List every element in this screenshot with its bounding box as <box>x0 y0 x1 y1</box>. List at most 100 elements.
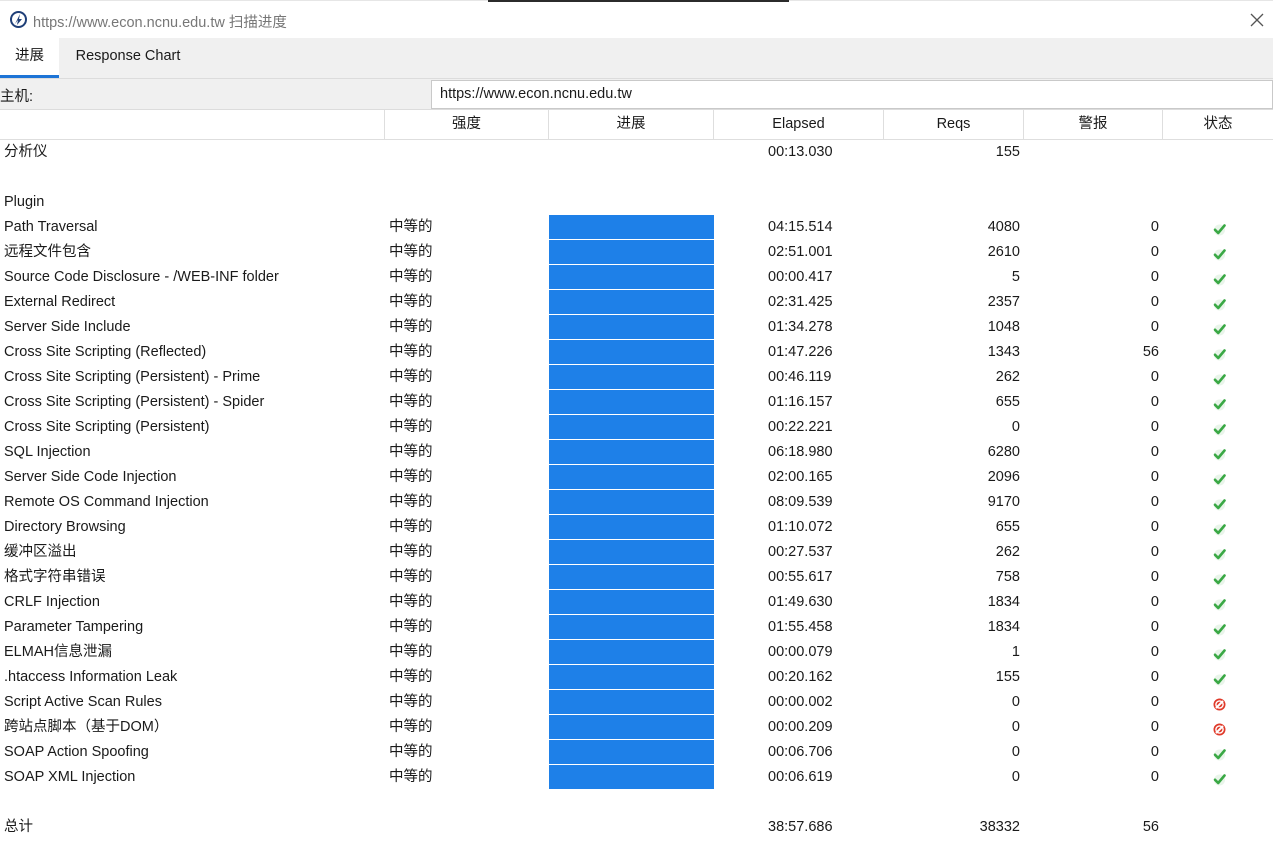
plugin-reqs: 1834 <box>987 594 1020 610</box>
plugin-heading: Plugin <box>4 194 45 210</box>
plugin-name: 跨站点脚本（基于DOM） <box>4 719 169 735</box>
column-header-progress[interactable]: 进展 <box>548 110 713 140</box>
plugin-progress-bar <box>549 415 714 440</box>
plugin-row[interactable]: Source Code Disclosure - /WEB-INF folder… <box>0 265 1273 290</box>
plugin-name: 远程文件包含 <box>4 244 91 260</box>
close-icon[interactable] <box>1247 10 1267 30</box>
plugin-reqs: 0 <box>1011 694 1020 710</box>
plugin-reqs: 6280 <box>987 444 1020 460</box>
plugin-row[interactable]: Cross Site Scripting (Persistent) - Spid… <box>0 390 1273 415</box>
plugin-reqs: 262 <box>995 369 1020 385</box>
plugin-alerts: 0 <box>1150 669 1159 685</box>
plugin-elapsed: 08:09.539 <box>768 494 833 510</box>
plugin-row[interactable]: SOAP XML Injection 中等的 00:06.619 0 0 <box>0 765 1273 790</box>
plugin-row[interactable]: Parameter Tampering 中等的 01:55.458 1834 0 <box>0 615 1273 640</box>
column-header-strength[interactable]: 强度 <box>384 110 548 140</box>
plugin-reqs: 758 <box>995 569 1020 585</box>
plugin-row[interactable]: CRLF Injection 中等的 01:49.630 1834 0 <box>0 590 1273 615</box>
plugin-row[interactable]: Remote OS Command Injection 中等的 08:09.539 9… <box>0 490 1273 515</box>
plugin-alerts: 0 <box>1150 219 1159 235</box>
plugin-row[interactable]: 远程文件包含 中等的 02:51.001 2610 0 <box>0 240 1273 265</box>
plugin-reqs: 2610 <box>987 244 1020 260</box>
analyser-elapsed: 00:13.030 <box>768 144 833 160</box>
plugin-alerts: 0 <box>1150 319 1159 335</box>
plugin-strength: 中等的 <box>389 269 433 285</box>
plugin-progress-bar <box>549 615 714 640</box>
column-header-elapsed[interactable]: Elapsed <box>713 110 883 140</box>
plugin-row[interactable]: SQL Injection 中等的 06:18.980 6280 0 <box>0 440 1273 465</box>
plugin-row[interactable]: .htaccess Information Leak 中等的 00:20.162 15… <box>0 665 1273 690</box>
plugin-reqs: 4080 <box>987 219 1020 235</box>
plugin-row[interactable]: 格式字符串错误 中等的 00:55.617 758 0 <box>0 565 1273 590</box>
host-field[interactable]: https://www.econ.ncnu.edu.tw <box>431 80 1273 109</box>
plugin-strength: 中等的 <box>389 569 433 585</box>
plugin-reqs: 5 <box>1011 269 1020 285</box>
plugin-progress-bar <box>549 465 714 490</box>
column-header-reqs[interactable]: Reqs <box>883 110 1023 140</box>
plugin-elapsed: 01:47.226 <box>768 344 833 360</box>
plugin-name: Server Side Include <box>4 319 131 335</box>
plugin-elapsed: 00:27.537 <box>768 544 833 560</box>
plugin-reqs: 1834 <box>987 619 1020 635</box>
completed-icon <box>1212 471 1227 486</box>
plugin-reqs: 262 <box>995 544 1020 560</box>
plugin-alerts: 0 <box>1150 519 1159 535</box>
plugin-elapsed: 00:00.079 <box>768 644 833 660</box>
plugin-name: Parameter Tampering <box>4 619 144 635</box>
plugin-reqs: 2096 <box>987 469 1020 485</box>
plugin-row[interactable]: Cross Site Scripting (Persistent) - Prim… <box>0 365 1273 390</box>
completed-icon <box>1212 671 1227 686</box>
total-reqs: 38332 <box>979 819 1020 835</box>
plugin-row[interactable]: Script Active Scan Rules 中等的 00:00.002 0 0 <box>0 690 1273 715</box>
plugin-elapsed: 02:31.425 <box>768 294 833 310</box>
plugin-row[interactable]: Directory Browsing 中等的 01:10.072 655 0 <box>0 515 1273 540</box>
column-header-name[interactable] <box>0 110 384 140</box>
plugin-row[interactable]: Cross Site Scripting (Reflected) 中等的 01:47… <box>0 340 1273 365</box>
plugin-name: Source Code Disclosure - /WEB-INF folder <box>4 269 279 285</box>
plugin-row[interactable]: Cross Site Scripting (Persistent) 中等的 00:2… <box>0 415 1273 440</box>
plugin-name: Cross Site Scripting (Reflected) <box>4 344 207 360</box>
plugin-alerts: 0 <box>1150 269 1159 285</box>
plugin-row[interactable]: Server Side Code Injection 中等的 02:00.165 20… <box>0 465 1273 490</box>
plugin-elapsed: 00:00.002 <box>768 694 833 710</box>
plugin-row[interactable]: SOAP Action Spoofing 中等的 00:06.706 0 0 <box>0 740 1273 765</box>
plugin-alerts: 0 <box>1150 494 1159 510</box>
plugin-row[interactable]: Path Traversal 中等的 04:15.514 4080 0 <box>0 215 1273 240</box>
plugin-name: Cross Site Scripting (Persistent) - Spid… <box>4 394 265 410</box>
plugin-progress-bar <box>549 490 714 515</box>
plugin-row[interactable]: 跨站点脚本（基于DOM） 中等的 00:00.209 0 0 <box>0 715 1273 740</box>
plugin-elapsed: 00:22.221 <box>768 419 833 435</box>
column-header-status[interactable]: 状态 <box>1162 110 1273 140</box>
plugin-reqs: 1 <box>1011 644 1020 660</box>
plugin-name: SOAP Action Spoofing <box>4 744 149 760</box>
plugin-name: .htaccess Information Leak <box>4 669 178 685</box>
plugin-row[interactable]: ELMAH信息泄漏 中等的 00:00.079 1 0 <box>0 640 1273 665</box>
plugin-elapsed: 04:15.514 <box>768 219 833 235</box>
plugin-row[interactable]: Server Side Include 中等的 01:34.278 1048 0 <box>0 315 1273 340</box>
plugin-progress-bar <box>549 540 714 565</box>
tab-progress[interactable]: 进展 <box>0 38 59 78</box>
plugin-strength: 中等的 <box>389 619 433 635</box>
completed-icon <box>1212 646 1227 661</box>
plugin-row[interactable]: 缓冲区溢出 中等的 00:27.537 262 0 <box>0 540 1273 565</box>
analyser-name: 分析仪 <box>4 144 48 160</box>
plugin-elapsed: 00:00.209 <box>768 719 833 735</box>
title-accent-line <box>488 0 789 2</box>
plugin-alerts: 0 <box>1150 619 1159 635</box>
plugin-strength: 中等的 <box>389 519 433 535</box>
plugin-name: Server Side Code Injection <box>4 469 177 485</box>
plugin-progress-bar <box>549 365 714 390</box>
plugin-progress-bar <box>549 440 714 465</box>
column-header-alerts[interactable]: 警报 <box>1023 110 1162 140</box>
host-label: 主机: <box>0 89 34 105</box>
completed-icon <box>1212 446 1227 461</box>
plugin-elapsed: 00:46.119 <box>768 369 832 385</box>
analyser-row[interactable]: 分析仪 00:13.030 155 <box>0 140 1273 165</box>
plugin-progress-bar <box>549 290 714 315</box>
plugin-strength: 中等的 <box>389 369 433 385</box>
total-alerts: 56 <box>1142 819 1159 835</box>
plugin-row[interactable]: External Redirect 中等的 02:31.425 2357 0 <box>0 290 1273 315</box>
plugin-alerts: 0 <box>1150 294 1159 310</box>
tab-response-chart[interactable]: Response Chart <box>64 38 192 78</box>
plugin-progress-bar <box>549 590 714 615</box>
